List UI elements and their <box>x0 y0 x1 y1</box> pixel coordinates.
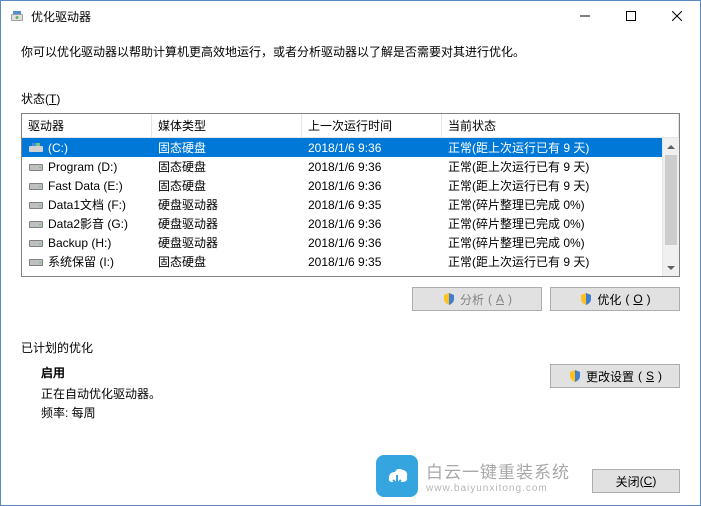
optimize-button[interactable]: 优化(O) <box>550 287 680 311</box>
description-text: 你可以优化驱动器以帮助计算机更高效地运行，或者分析驱动器以了解是否需要对其进行优… <box>21 43 680 60</box>
close-window-button[interactable] <box>654 1 700 31</box>
scroll-thumb[interactable] <box>665 155 677 245</box>
scrollbar[interactable] <box>662 138 679 276</box>
content-area: 你可以优化驱动器以帮助计算机更高效地运行，或者分析驱动器以了解是否需要对其进行优… <box>1 31 700 423</box>
footer: 关闭(C) <box>592 469 680 493</box>
drive-type: 固态硬盘 <box>152 253 302 270</box>
drive-name: 系统保留 (I:) <box>48 253 114 270</box>
scheduled-section: 已计划的优化 启用 正在自动优化驱动器。 频率: 每周 更改设置(S) <box>21 339 680 423</box>
drive-name: Backup (H:) <box>48 236 111 250</box>
change-settings-button[interactable]: 更改设置(S) <box>550 364 680 388</box>
watermark-logo-icon <box>376 455 418 497</box>
drive-status: 正常(距上次运行已有 9 天) <box>442 158 679 175</box>
table-row[interactable]: Fast Data (E:) 固态硬盘2018/1/6 9:36正常(距上次运行已… <box>22 176 679 195</box>
drive-last-run: 2018/1/6 9:36 <box>302 217 442 231</box>
drive-name: (C:) <box>48 141 68 155</box>
drive-last-run: 2018/1/6 9:36 <box>302 141 442 155</box>
drive-last-run: 2018/1/6 9:36 <box>302 160 442 174</box>
drive-icon <box>28 218 44 230</box>
auto-optimize-text: 正在自动优化驱动器。 <box>41 385 161 404</box>
header-status[interactable]: 当前状态 <box>442 114 679 137</box>
drive-last-run: 2018/1/6 9:36 <box>302 236 442 250</box>
table-header: 驱动器 媒体类型 上一次运行时间 当前状态 <box>22 114 679 138</box>
drive-name: Data2影音 (G:) <box>48 215 128 232</box>
drive-name: Program (D:) <box>48 160 117 174</box>
drive-last-run: 2018/1/6 9:35 <box>302 255 442 269</box>
drive-status: 正常(距上次运行已有 9 天) <box>442 253 679 270</box>
drive-icon <box>28 256 44 268</box>
drive-type: 固态硬盘 <box>152 139 302 156</box>
drive-icon <box>28 237 44 249</box>
enabled-label: 启用 <box>41 364 161 381</box>
titlebar: 优化驱动器 <box>1 1 700 31</box>
table-row[interactable]: (C:) 固态硬盘2018/1/6 9:36正常(距上次运行已有 9 天) <box>22 138 679 157</box>
drive-status: 正常(距上次运行已有 9 天) <box>442 139 679 156</box>
drive-status: 正常(碎片整理已完成 0%) <box>442 196 679 213</box>
status-label: 状态(T) <box>21 90 680 107</box>
drive-status: 正常(距上次运行已有 9 天) <box>442 177 679 194</box>
drive-status: 正常(碎片整理已完成 0%) <box>442 234 679 251</box>
table-row[interactable]: Data2影音 (G:) 硬盘驱动器2018/1/6 9:36正常(碎片整理已完成… <box>22 214 679 233</box>
table-row[interactable]: 系统保留 (I:) 固态硬盘2018/1/6 9:35正常(距上次运行已有 9 天… <box>22 252 679 271</box>
shield-icon <box>579 292 593 306</box>
close-button[interactable]: 关闭(C) <box>592 469 680 493</box>
shield-icon <box>442 292 456 306</box>
watermark: 白云一键重装系统 www.baiyunxitong.com <box>376 455 570 497</box>
frequency-text: 频率: 每周 <box>41 404 161 423</box>
table-row[interactable]: Backup (H:) 硬盘驱动器2018/1/6 9:36正常(碎片整理已完成 … <box>22 233 679 252</box>
header-type[interactable]: 媒体类型 <box>152 114 302 137</box>
scroll-up-button[interactable] <box>663 138 679 155</box>
watermark-url: www.baiyunxitong.com <box>426 483 570 494</box>
drive-name: Fast Data (E:) <box>48 179 123 193</box>
drive-icon <box>28 161 44 173</box>
drive-icon <box>28 199 44 211</box>
drive-type: 硬盘驱动器 <box>152 234 302 251</box>
drive-type: 固态硬盘 <box>152 158 302 175</box>
drive-name: Data1文档 (F:) <box>48 196 126 213</box>
scroll-down-button[interactable] <box>663 259 679 276</box>
drive-type: 固态硬盘 <box>152 177 302 194</box>
window-controls <box>562 1 700 31</box>
drive-last-run: 2018/1/6 9:35 <box>302 198 442 212</box>
app-icon <box>9 8 25 24</box>
table-row[interactable]: Data1文档 (F:) 硬盘驱动器2018/1/6 9:35正常(碎片整理已完成… <box>22 195 679 214</box>
drive-last-run: 2018/1/6 9:36 <box>302 179 442 193</box>
shield-icon <box>568 369 582 383</box>
table-row[interactable]: Program (D:) 固态硬盘2018/1/6 9:36正常(距上次运行已有 … <box>22 157 679 176</box>
minimize-button[interactable] <box>562 1 608 31</box>
header-last-run[interactable]: 上一次运行时间 <box>302 114 442 137</box>
action-buttons: 分析(A) 优化(O) <box>21 287 680 311</box>
drive-type: 硬盘驱动器 <box>152 215 302 232</box>
analyze-button[interactable]: 分析(A) <box>412 287 542 311</box>
table-body: (C:)固态硬盘2018/1/6 9:36正常(距上次运行已有 9 天)Prog… <box>22 138 679 271</box>
maximize-button[interactable] <box>608 1 654 31</box>
watermark-title: 白云一键重装系统 <box>426 458 570 483</box>
scheduled-label: 已计划的优化 <box>21 339 680 356</box>
drives-table: 驱动器 媒体类型 上一次运行时间 当前状态 (C:)固态硬盘2018/1/6 9… <box>21 113 680 277</box>
drive-icon <box>28 142 44 154</box>
scheduled-info: 启用 正在自动优化驱动器。 频率: 每周 <box>21 364 161 423</box>
drive-type: 硬盘驱动器 <box>152 196 302 213</box>
drive-status: 正常(碎片整理已完成 0%) <box>442 215 679 232</box>
header-drive[interactable]: 驱动器 <box>22 114 152 137</box>
titlebar-left: 优化驱动器 <box>9 8 91 25</box>
drive-icon <box>28 180 44 192</box>
window-title: 优化驱动器 <box>31 8 91 25</box>
